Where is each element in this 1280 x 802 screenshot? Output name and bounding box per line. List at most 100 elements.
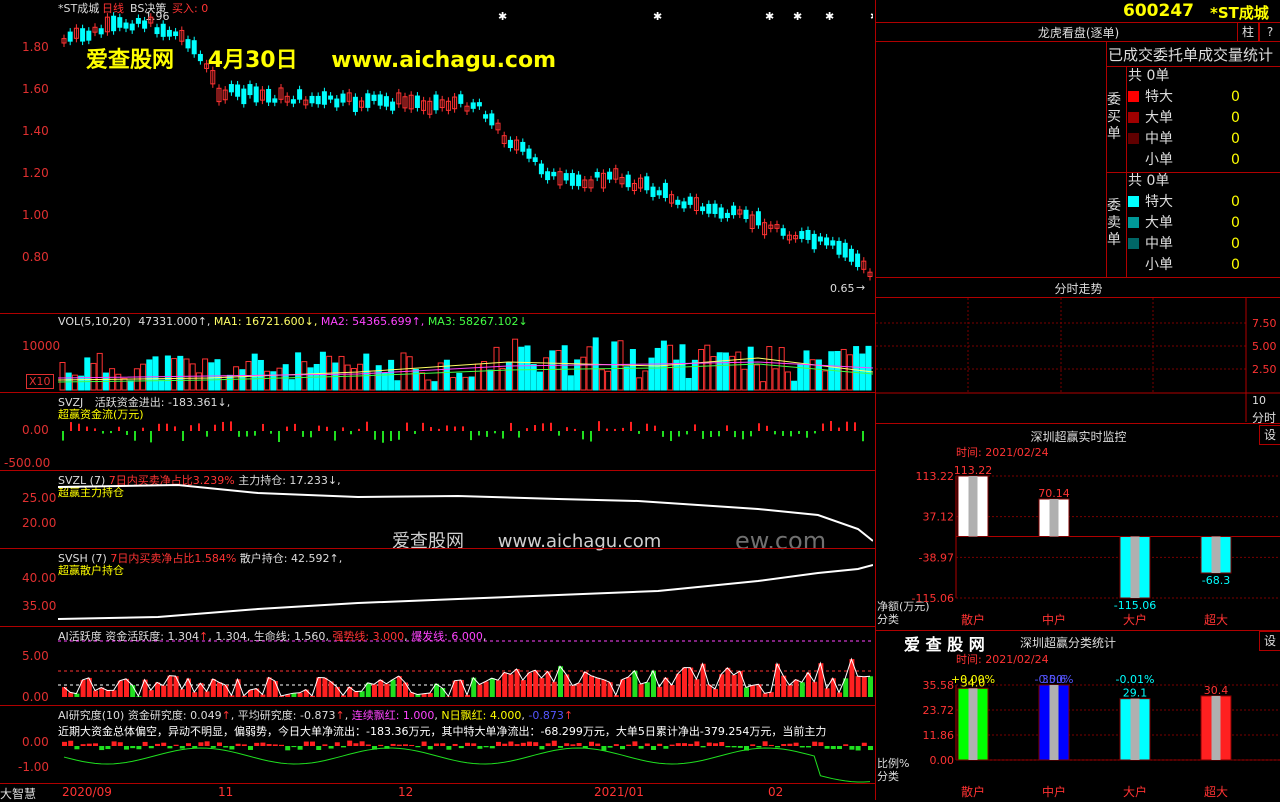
svzj-bar <box>614 428 616 431</box>
svsh-tick: 40.00 <box>22 571 57 585</box>
ai-active-bar <box>539 678 545 697</box>
svzl-tick: 20.00 <box>22 516 57 530</box>
ai-research-bar <box>446 746 452 750</box>
vol-bar <box>629 349 636 391</box>
vol-bar <box>152 356 159 391</box>
svzj-bar <box>166 423 168 431</box>
bar-toggle-button[interactable]: 柱 <box>1237 22 1259 42</box>
fenshi-title[interactable]: 分时走势 <box>876 280 1280 297</box>
price-tick: 0.80 <box>22 250 49 264</box>
vol-bar <box>456 372 463 391</box>
vol-bar <box>443 359 450 391</box>
ai-active-line <box>63 657 871 698</box>
vol-bar <box>685 377 692 391</box>
ai-research-bar <box>297 746 303 750</box>
bar-change-label: +0.00% <box>951 673 995 686</box>
svzl-panel[interactable]: SVZL (7) 7日内买卖净占比3.239% 主力持仓: 17.233↓, 超… <box>0 470 875 555</box>
ai-research-bar <box>142 741 148 746</box>
vol-bar <box>722 352 729 391</box>
bar-category-label: 中户 <box>1042 612 1066 627</box>
vol-bar <box>611 341 618 391</box>
candle-body <box>700 206 706 212</box>
svzj-tick: -500.00 <box>4 456 51 470</box>
right-panel: 600247 *ST成城 龙虎看盘(逐单) 已成交委托单成交量统计 柱 ? 委买… <box>875 0 1280 800</box>
bar-highlight <box>1130 698 1140 760</box>
candle-body <box>173 31 179 37</box>
ai-active-bar <box>669 684 675 697</box>
vol-bar <box>239 369 246 391</box>
ai-active-bar <box>396 676 402 697</box>
candle-body <box>724 212 730 219</box>
price-tick: 1.40 <box>22 124 49 138</box>
vol-unit-badge: X10 <box>26 374 54 389</box>
vol-bar <box>524 345 531 391</box>
date-tick: 12 <box>398 785 414 799</box>
ai-active-bar <box>533 670 539 697</box>
fenshi-tick: 10 <box>1252 394 1266 407</box>
ai-research-panel[interactable]: AI研究度(10) 资金研究度: 0.049↑, 平均研究度: -0.873↑,… <box>0 705 875 784</box>
candle-body <box>712 203 718 214</box>
date-tick: 2020/09 <box>62 785 112 799</box>
ai-active-bar <box>446 696 452 697</box>
svzj-bar <box>150 431 152 443</box>
class-settings-button[interactable]: 设 <box>1259 631 1280 651</box>
ai-active-bar <box>793 679 799 697</box>
svzj-bar <box>358 428 360 431</box>
svzj-bar <box>94 428 96 431</box>
candle-body <box>470 102 476 109</box>
candle-body <box>743 209 749 219</box>
candle-body <box>352 96 358 112</box>
ai-active-bar <box>322 677 328 697</box>
ai-research-bar <box>440 743 446 746</box>
svzj-bar <box>742 431 744 440</box>
help-button[interactable]: ? <box>1259 22 1280 42</box>
candle-body <box>662 182 668 198</box>
svzj-bar <box>222 421 224 431</box>
svsh-panel[interactable]: SVSH (7) 7日内买卖净占比1.584% 散户持仓: 42.592↑, 超… <box>0 548 875 627</box>
ai-active-panel[interactable]: AI活跃度 资金活跃度: 1.304↑, 1.304, 生命线: 1.560, … <box>0 626 875 706</box>
vol-bar <box>189 363 196 391</box>
svzj-bar <box>102 431 104 434</box>
class-title: 深圳超赢分类统计 <box>1020 636 1117 650</box>
candle-body <box>483 114 489 119</box>
ai-research-bar <box>843 744 849 746</box>
ai-research-bar <box>334 742 340 746</box>
ai-active-bar <box>148 690 154 697</box>
svzj-bar <box>582 431 584 440</box>
bar-category-label: 散户 <box>961 784 985 799</box>
svzj-bar <box>230 421 232 431</box>
svzj-bar <box>662 431 664 437</box>
svzj-bar <box>334 431 336 441</box>
vol-bar <box>431 381 438 391</box>
candle-body <box>297 89 303 100</box>
svzj-bar <box>126 431 128 435</box>
ai-research-bar <box>74 746 80 750</box>
vol-bar <box>803 350 810 391</box>
svzj-bar <box>566 427 568 431</box>
ai-research-bar <box>415 746 421 748</box>
buy-order-table: 共 0单 特大 0 大单 0 中单 0 小单 0 <box>1128 66 1278 171</box>
candle-body <box>321 91 327 105</box>
vol-bar <box>822 370 829 391</box>
price-panel[interactable]: *ST成城 日线 BS决策 买入: 0 1.96 1.80 1.60 1.40 … <box>0 0 875 313</box>
ai-research-bar <box>347 740 353 746</box>
candle-body <box>855 253 861 267</box>
candle-body <box>117 17 123 28</box>
ai-research-bar <box>539 746 545 750</box>
candle-body <box>538 163 544 175</box>
vol-bar <box>214 359 221 391</box>
vol-bar <box>698 349 705 391</box>
bar-highlight <box>968 688 978 760</box>
monitor-settings-button[interactable]: 设 <box>1259 425 1280 445</box>
svzj-bar <box>414 431 416 434</box>
ai-research-bar <box>179 746 185 749</box>
ai-research-bar <box>471 743 477 746</box>
svzj-bar <box>462 426 464 431</box>
vol-bar <box>574 359 581 391</box>
ai-active-bar <box>465 694 470 697</box>
ai-research-bar <box>700 746 706 748</box>
price-tick: 1.60 <box>22 82 49 96</box>
vol-panel[interactable]: VOL(5,10,20) 47331.000↑, MA1: 16721.600↓… <box>0 313 875 393</box>
svzj-panel[interactable]: SVZJ 活跃资金进出: -183.361↓, 超赢资金流(万元) 0.00 -… <box>0 392 875 471</box>
ai-active-bar <box>855 676 861 697</box>
